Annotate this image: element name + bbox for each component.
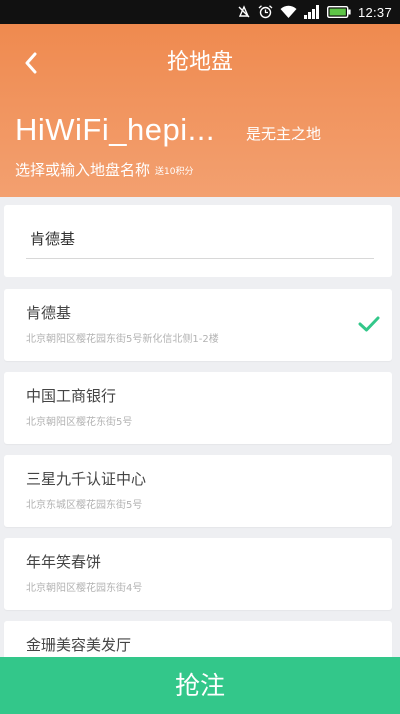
- wifi-ssid: HiWiFi_hepi...: [15, 112, 215, 147]
- wifi-icon: [280, 5, 297, 18]
- points-note: 送10积分: [155, 167, 194, 177]
- check-icon: [358, 316, 380, 332]
- place-name: 中国工商银行: [26, 387, 117, 405]
- subtitle-text: 选择或输入地盘名称: [15, 161, 151, 179]
- place-address: 北京朝阳区樱花东街5号: [26, 417, 133, 428]
- place-list-item[interactable]: 肯德基北京朝阳区樱花园东街5号新化信北侧1-2楼: [4, 289, 392, 361]
- place-name: 金珊美容美发厅: [26, 636, 132, 654]
- status-bar: 12:37: [0, 0, 400, 24]
- place-address: 北京东城区樱花园东街5号: [26, 500, 143, 511]
- battery-icon: [326, 6, 351, 18]
- place-name: 肯德基: [26, 304, 72, 322]
- place-list-item[interactable]: 三星九千认证中心北京东城区樱花园东街5号: [4, 455, 392, 527]
- territory-status: 是无主之地: [246, 125, 322, 143]
- place-address: 北京朝阳区樱花园东街5号新化信北侧1-2楼: [26, 334, 219, 345]
- place-name: 年年笑春饼: [26, 553, 102, 571]
- header: 抢地盘 HiWiFi_hepi... 是无主之地 选择或输入地盘名称 送10积分: [0, 24, 400, 197]
- place-list-item[interactable]: 中国工商银行北京朝阳区樱花东街5号: [4, 372, 392, 444]
- name-input-card: [4, 205, 392, 277]
- page-title: 抢地盘: [166, 50, 233, 75]
- place-name: 三星九千认证中心: [26, 470, 147, 488]
- place-address: 北京朝阳区樱花园东街4号: [26, 583, 143, 594]
- place-list-item[interactable]: 年年笑春饼北京朝阳区樱花园东街4号: [4, 538, 392, 610]
- signal-icon: [303, 5, 319, 19]
- subtitle: 选择或输入地盘名称 送10积分: [15, 159, 193, 183]
- claim-button[interactable]: 抢注: [0, 657, 400, 714]
- alarm-icon: [258, 5, 273, 19]
- territory-name-input[interactable]: [26, 225, 374, 259]
- clock: 12:37: [357, 4, 392, 20]
- mute-icon: [238, 5, 250, 18]
